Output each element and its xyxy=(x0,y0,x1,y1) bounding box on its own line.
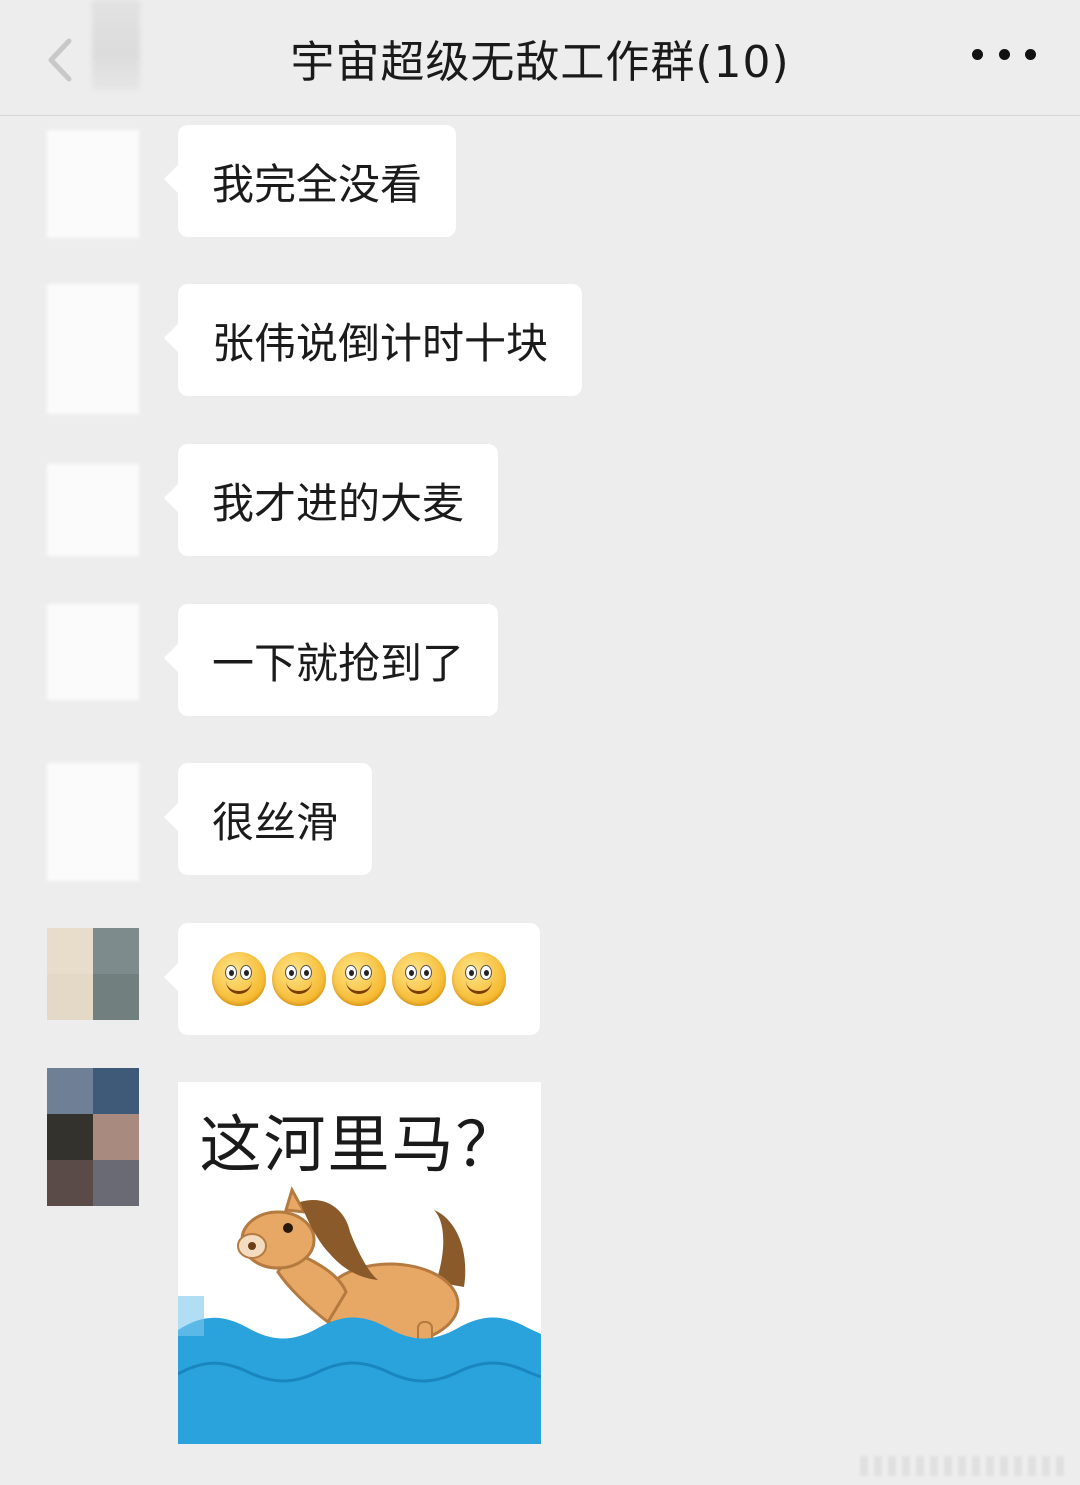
message-text: 我完全没看 xyxy=(212,159,423,209)
message-text: 很丝滑 xyxy=(212,797,339,847)
message-text: 张伟说倒计时十块 xyxy=(212,318,549,368)
pixelated-avatar xyxy=(47,928,139,1020)
chat-header: 宇宙超级无敌工作群(10) xyxy=(0,0,1080,116)
sticker-caption: 这河里马？ xyxy=(199,1108,520,1181)
message-bubble[interactable]: 很丝滑 xyxy=(163,763,373,875)
avatar[interactable] xyxy=(47,604,139,700)
message-bubble[interactable]: 张伟说倒计时十块 xyxy=(163,284,583,396)
watermark xyxy=(860,1456,1070,1476)
message-bubble[interactable]: 我完全没看 xyxy=(163,125,457,237)
pixelated-avatar xyxy=(47,1068,139,1206)
avatar[interactable] xyxy=(47,130,139,238)
smile-emoji-icon xyxy=(452,952,506,1006)
avatar[interactable] xyxy=(47,1068,139,1206)
message-bubble[interactable]: 一下就抢到了 xyxy=(163,604,499,716)
smile-emoji-icon xyxy=(272,952,326,1006)
sticker-message[interactable]: 这河里马？ xyxy=(178,1082,541,1444)
smile-emoji-icon xyxy=(332,952,386,1006)
more-dots-icon xyxy=(972,48,983,60)
message-text: 一下就抢到了 xyxy=(212,638,465,688)
more-button[interactable] xyxy=(972,34,1036,74)
smile-emoji-icon xyxy=(212,952,266,1006)
chat-title: 宇宙超级无敌工作群(10) xyxy=(290,37,790,88)
message-bubble[interactable]: 我才进的大麦 xyxy=(163,444,499,556)
avatar[interactable] xyxy=(47,284,139,414)
smile-emoji-icon xyxy=(392,952,446,1006)
avatar[interactable] xyxy=(47,763,139,881)
avatar[interactable] xyxy=(47,928,139,1020)
avatar[interactable] xyxy=(47,464,139,556)
emoji-row xyxy=(212,952,506,1006)
message-bubble[interactable] xyxy=(164,923,540,1035)
message-text: 我才进的大麦 xyxy=(212,478,465,528)
